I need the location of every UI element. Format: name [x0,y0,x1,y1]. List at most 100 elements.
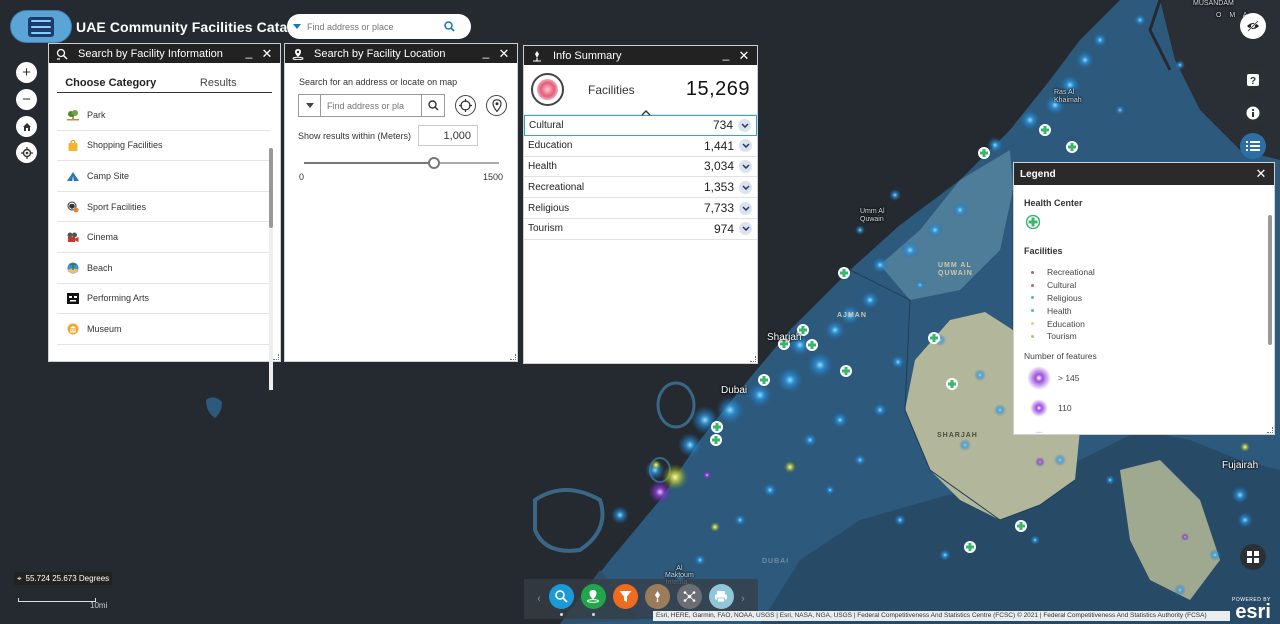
scale-bar-label: 10mi [90,601,108,610]
toolbar-prev-arrow[interactable]: ‹ [533,593,545,605]
category-item-cinema[interactable]: Cinema [57,222,270,253]
collapse-caret-icon[interactable] [638,109,654,118]
summary-tool-button[interactable] [644,583,670,616]
search-source-dropdown[interactable] [287,14,307,39]
category-label: Museum [87,323,122,334]
panel-facility-location: Search by Facility Location _ ✕ Search f… [284,43,518,362]
category-item-camp-site[interactable]: Camp Site [57,161,270,192]
chevron-down-icon[interactable] [739,201,752,215]
tab-choose-category[interactable]: Choose Category [57,77,165,92]
coordinate-readout[interactable]: ⌖ 55.724 25.673 Degrees [14,572,113,585]
map-label-fujairah: Fujairah [1222,460,1259,471]
address-input[interactable] [321,95,421,116]
minimize-button[interactable]: _ [242,45,256,59]
close-button[interactable]: ✕ [1254,166,1268,182]
chevron-down-icon[interactable] [739,139,752,153]
category-item-performing-arts[interactable]: Performing Arts [57,284,270,315]
minimize-button[interactable]: _ [479,45,493,59]
facility-search-icon [555,590,568,603]
print-tool-button[interactable] [708,583,734,609]
legend-scrollbar[interactable] [1268,215,1272,345]
crosshair-icon [459,99,472,112]
pick-on-map-button[interactable] [486,95,507,116]
address-search-button[interactable] [421,95,444,116]
address-row [298,94,517,117]
address-source-dropdown[interactable] [299,95,321,116]
summary-row-cultural[interactable]: Cultural 734 [524,115,757,136]
home-button[interactable] [16,116,37,137]
toolbar-next-arrow[interactable]: › [737,593,749,605]
zoom-in-button[interactable]: + [16,62,37,83]
small-cluster-icon [1033,430,1045,433]
summary-pin-icon [654,590,660,602]
summary-row-religious[interactable]: Religious 7,733 [524,198,757,219]
summary-row-education[interactable]: Education 1,441 [524,136,757,157]
basemap-gallery-button[interactable] [1240,544,1266,570]
filter-tool-button[interactable] [612,583,638,609]
search-icon [443,21,455,32]
legend-size-heading: Number of features [1024,350,1097,361]
tent-icon [67,170,79,182]
analysis-tool-button[interactable] [676,583,702,609]
zoom-out-button[interactable]: − [16,89,37,110]
summary-row-recreational[interactable]: Recreational 1,353 [524,177,757,199]
category-scrollbar-thumb[interactable] [269,148,273,228]
sport-ball-icon [67,201,79,213]
legend-size-medium: 110 [1024,393,1264,423]
active-indicator [591,612,595,616]
tab-results[interactable]: Results [165,77,273,92]
toggle-visibility-button[interactable] [1240,13,1266,39]
category-item-shopping[interactable]: Shopping Facilities [57,131,270,162]
category-item-museum[interactable]: Museum [57,314,270,345]
minimize-button[interactable]: _ [719,47,733,61]
resize-handle[interactable] [510,354,516,360]
legend-facility-items: Recreational Cultural Religious Health E… [1024,266,1264,343]
help-button[interactable]: ? [1240,67,1266,93]
chevron-down-icon[interactable] [739,222,752,236]
summary-row-tourism[interactable]: Tourism 974 [524,219,757,240]
close-button[interactable]: ✕ [260,46,274,62]
category-item-beach[interactable]: Beach [57,253,270,284]
chevron-down-icon[interactable] [739,180,752,194]
use-current-location-button[interactable] [455,95,476,116]
category-item-park[interactable]: Park [57,100,270,131]
active-indicator [559,612,563,616]
facility-info-tool-button[interactable] [548,583,574,616]
resize-handle[interactable] [273,354,279,360]
legend-item-religious: Religious [1031,292,1264,305]
legend-body: Health Center Facilities Recreational Cu… [1014,185,1274,433]
location-tool-button[interactable] [580,583,606,616]
locate-button[interactable] [16,142,37,163]
legend-toggle-button[interactable] [1240,133,1266,159]
map-label-ajman: AJMAN [837,312,867,319]
resize-handle[interactable] [1267,427,1273,433]
distance-slider[interactable] [304,157,499,169]
chevron-down-icon[interactable] [738,118,751,132]
panel-title: Search by Facility Information [78,47,223,60]
category-item-sport[interactable]: Sport Facilities [57,192,270,223]
esri-wordmark: esri [1235,601,1271,623]
legend-item-label: Education [1047,318,1085,329]
summary-row-health[interactable]: Health 3,034 [524,157,757,178]
category-label: Camp Site [87,170,130,181]
close-button[interactable]: ✕ [737,48,751,64]
resize-handle[interactable] [750,356,756,362]
shopping-bag-icon [67,139,79,151]
panel-tabs: Choose Category Results [57,77,272,93]
category-label: Park [87,109,106,120]
map-search-button[interactable] [437,14,461,39]
about-button[interactable] [1240,100,1266,126]
location-search-icon [291,47,305,61]
medium-cluster-icon [1030,398,1048,417]
close-button[interactable]: ✕ [497,46,511,62]
slider-thumb[interactable] [428,157,440,169]
app-logo[interactable] [10,10,72,43]
chevron-down-icon[interactable] [739,159,752,173]
distance-input[interactable] [418,125,479,146]
map-search-input[interactable] [307,15,437,38]
legend-item-health: Health [1031,304,1264,317]
search-icon [427,100,439,111]
coordinate-text: 55.724 25.673 Degrees [25,574,110,583]
row-label: Tourism [528,223,564,235]
print-icon [715,590,727,602]
